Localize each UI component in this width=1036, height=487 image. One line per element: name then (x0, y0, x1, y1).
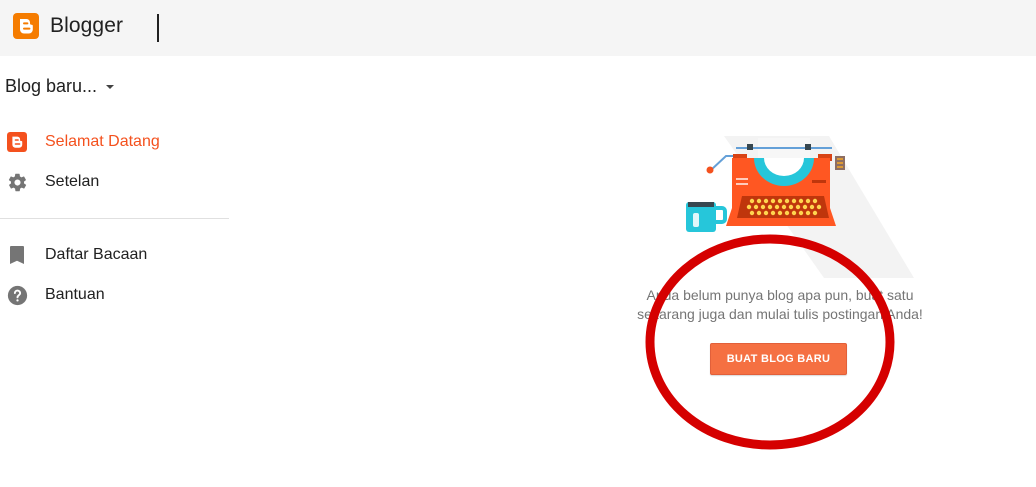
empty-state-message: Anda belum punya blog apa pun, buat satu… (600, 286, 960, 324)
sidebar-item-label: Selamat Datang (45, 133, 160, 150)
sidebar-divider (0, 218, 229, 219)
gear-icon (6, 171, 28, 193)
sidebar-item-label: Setelan (45, 173, 100, 190)
sidebar-item-setelan[interactable]: Setelan (0, 164, 228, 200)
empty-state-line-1: Anda belum punya blog apa pun, buat satu (646, 287, 914, 303)
dropdown-caret-icon (106, 85, 115, 89)
title-divider (157, 14, 159, 42)
empty-state-line-2: sekarang juga dan mulai tulis postingan … (637, 306, 923, 322)
sidebar-item-daftar-bacaan[interactable]: Daftar Bacaan (0, 237, 228, 273)
create-blog-button[interactable]: BUAT BLOG BARU (710, 343, 847, 375)
sidebar-item-bantuan[interactable]: Bantuan (0, 277, 228, 313)
blogger-logo-icon[interactable] (13, 13, 39, 39)
top-app-bar: Blogger (0, 0, 1036, 56)
sidebar-item-label: Daftar Bacaan (45, 246, 148, 263)
typewriter-illustration (686, 136, 914, 278)
help-icon (6, 284, 28, 306)
blog-selector-dropdown[interactable]: Blog baru... (5, 74, 115, 98)
blogger-icon (6, 131, 28, 153)
sidebar-item-selamat-datang[interactable]: Selamat Datang (0, 124, 228, 160)
sidebar-item-label: Bantuan (45, 286, 105, 303)
blog-selector-label: Blog baru... (5, 75, 98, 96)
bookmark-icon (6, 244, 28, 266)
app-title[interactable]: Blogger (50, 14, 123, 38)
